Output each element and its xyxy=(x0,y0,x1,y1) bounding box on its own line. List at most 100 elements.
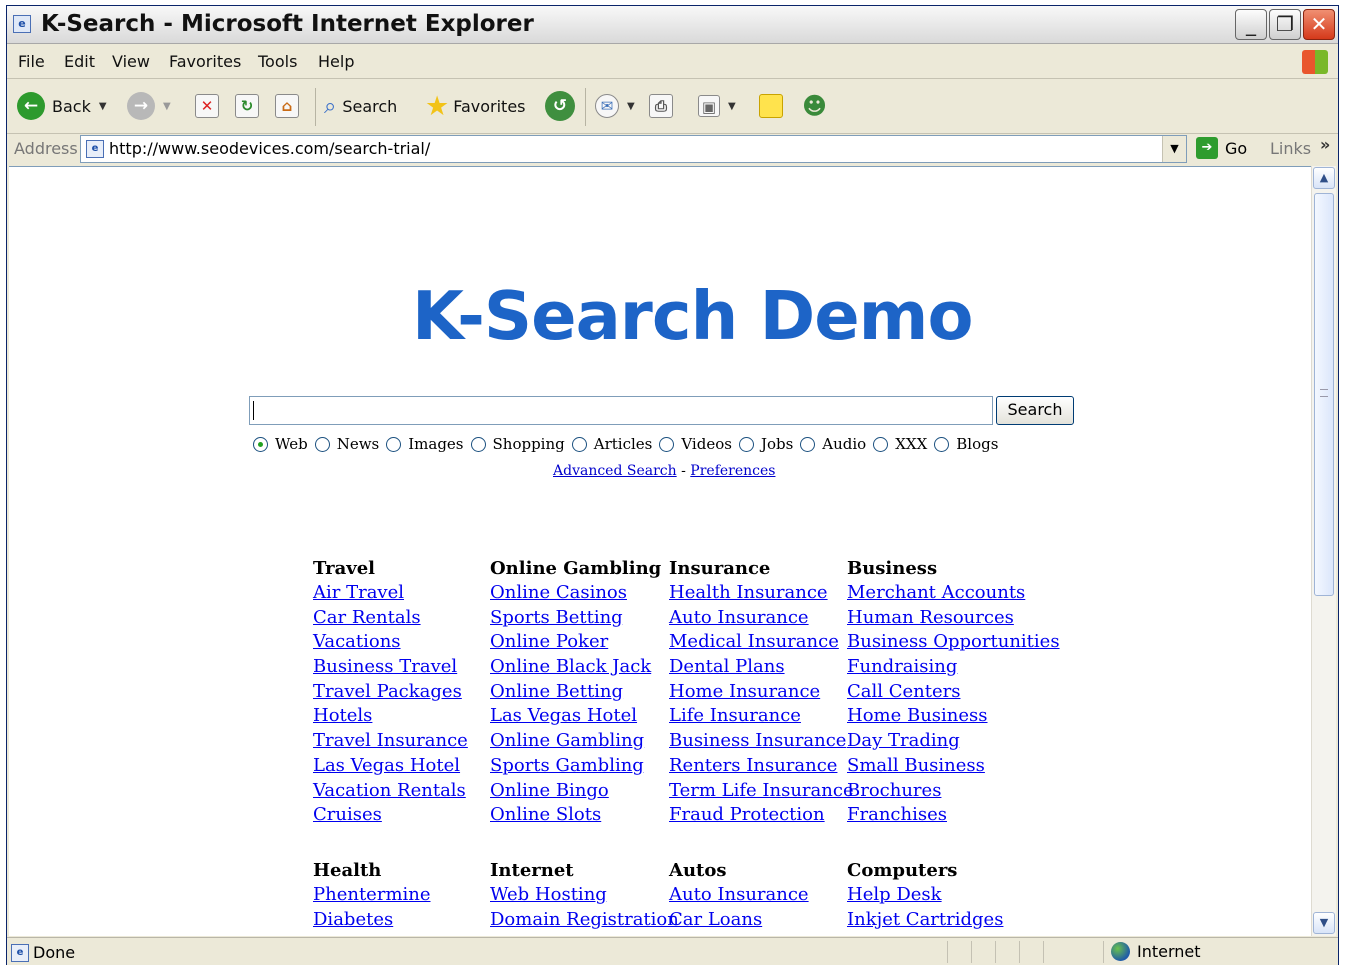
category-link[interactable]: Home Insurance xyxy=(669,680,854,705)
refresh-button[interactable]: ↻ xyxy=(235,88,259,124)
category-link[interactable]: Air Travel xyxy=(313,581,468,606)
address-input[interactable]: e http://www.seodevices.com/search-trial… xyxy=(80,135,1187,163)
edit-dropdown-icon[interactable]: ▼ xyxy=(728,101,736,112)
vertical-scrollbar[interactable]: ▲ ▼ xyxy=(1311,166,1336,936)
radio-audio[interactable] xyxy=(800,436,816,452)
category-link[interactable]: Human Resources xyxy=(847,606,1060,631)
forward-dropdown-icon[interactable]: ▼ xyxy=(163,101,171,112)
search-button[interactable]: Search xyxy=(996,396,1074,425)
mail-button[interactable]: ✉ ▼ xyxy=(595,88,635,124)
category-link[interactable]: Vacation Rentals xyxy=(313,779,468,804)
category-link[interactable]: Diabetes xyxy=(313,908,431,933)
menu-view[interactable]: View xyxy=(112,52,150,71)
category-link[interactable]: Auto Insurance xyxy=(669,883,809,908)
messenger-button[interactable]: ☻ xyxy=(802,88,827,124)
print-button[interactable]: ⎙ xyxy=(649,88,673,124)
category-link[interactable]: Business Opportunities xyxy=(847,630,1060,655)
radio-web[interactable] xyxy=(253,436,268,452)
scroll-thumb[interactable] xyxy=(1314,193,1334,596)
radio-jobs[interactable] xyxy=(738,436,754,452)
category-link[interactable]: Life Insurance xyxy=(669,704,854,729)
category-link[interactable]: Travel Packages xyxy=(313,680,468,705)
category-link[interactable]: Business Insurance xyxy=(669,729,854,754)
category-link[interactable]: Phentermine xyxy=(313,883,431,908)
category-link[interactable]: Fundraising xyxy=(847,655,1060,680)
category-link[interactable]: Online Black Jack xyxy=(490,655,661,680)
category-computers: Computers Help Desk Inkjet Cartridges xyxy=(847,858,1003,932)
category-link[interactable]: Travel Insurance xyxy=(313,729,468,754)
search-toolbar-button[interactable]: ⌕ Search xyxy=(324,88,397,124)
category-link[interactable]: Day Trading xyxy=(847,729,1060,754)
category-link[interactable]: Auto Insurance xyxy=(669,606,854,631)
advanced-search-link[interactable]: Advanced Search xyxy=(553,463,677,479)
category-link[interactable]: Medical Insurance xyxy=(669,630,854,655)
category-link[interactable]: Sports Gambling xyxy=(490,754,661,779)
search-input[interactable] xyxy=(249,396,993,425)
category-link[interactable]: Help Desk xyxy=(847,883,1003,908)
chevron-right-icon[interactable]: » xyxy=(1320,135,1330,154)
back-dropdown-icon[interactable]: ▼ xyxy=(99,101,107,112)
category-link[interactable]: Small Business xyxy=(847,754,1060,779)
scroll-up-icon[interactable]: ▲ xyxy=(1313,167,1335,189)
preferences-link[interactable]: Preferences xyxy=(690,463,775,479)
restore-button[interactable]: ❐ xyxy=(1269,9,1301,40)
radio-images[interactable] xyxy=(386,436,402,452)
category-link[interactable]: Sports Betting xyxy=(490,606,661,631)
menu-edit[interactable]: Edit xyxy=(64,52,95,71)
radio-shopping[interactable] xyxy=(470,436,486,452)
category-link[interactable]: Fraud Protection xyxy=(669,803,854,828)
edit-button[interactable]: ▣ ▼ xyxy=(698,88,736,124)
category-link[interactable]: Franchises xyxy=(847,803,1060,828)
stop-button[interactable]: ✕ xyxy=(195,88,219,124)
menu-favorites[interactable]: Favorites xyxy=(169,52,241,71)
forward-button[interactable]: → ▼ xyxy=(127,88,171,124)
category-link[interactable]: Online Bingo xyxy=(490,779,661,804)
home-button[interactable]: ⌂ xyxy=(275,88,299,124)
category-link[interactable]: Car Rentals xyxy=(313,606,468,631)
category-autos: Autos Auto Insurance Car Loans xyxy=(669,858,809,932)
category-link[interactable]: Web Hosting xyxy=(490,883,679,908)
discuss-button[interactable] xyxy=(759,88,783,124)
category-link[interactable]: Renters Insurance xyxy=(669,754,854,779)
scroll-down-icon[interactable]: ▼ xyxy=(1313,912,1335,934)
category-link[interactable]: Call Centers xyxy=(847,680,1060,705)
category-link[interactable]: Inkjet Cartridges xyxy=(847,908,1003,933)
category-link[interactable]: Online Betting xyxy=(490,680,661,705)
radio-xxx[interactable] xyxy=(873,436,889,452)
category-link[interactable]: Las Vegas Hotel xyxy=(313,754,468,779)
radio-articles[interactable] xyxy=(571,436,587,452)
category-link[interactable]: Merchant Accounts xyxy=(847,581,1060,606)
category-link[interactable]: Online Poker xyxy=(490,630,661,655)
category-link[interactable]: Brochures xyxy=(847,779,1060,804)
address-url[interactable]: http://www.seodevices.com/search-trial/ xyxy=(109,139,430,158)
category-link[interactable]: Cruises xyxy=(313,803,468,828)
category-link[interactable]: Car Loans xyxy=(669,908,809,933)
category-link[interactable]: Online Gambling xyxy=(490,729,661,754)
radio-videos[interactable] xyxy=(659,436,675,452)
category-link[interactable]: Health Insurance xyxy=(669,581,854,606)
radio-blogs[interactable] xyxy=(934,436,950,452)
category-link[interactable]: Dental Plans xyxy=(669,655,854,680)
address-dropdown-icon[interactable]: ▼ xyxy=(1162,136,1186,162)
category-link[interactable]: Hotels xyxy=(313,704,468,729)
close-button[interactable]: ✕ xyxy=(1303,9,1335,40)
links-button[interactable]: Links xyxy=(1270,139,1311,158)
category-link[interactable]: Las Vegas Hotel xyxy=(490,704,661,729)
favorites-button[interactable]: ★ Favorites xyxy=(425,88,526,124)
menu-file[interactable]: File xyxy=(18,52,45,71)
category-link[interactable]: Online Slots xyxy=(490,803,661,828)
category-link[interactable]: Term Life Insurance xyxy=(669,779,854,804)
menu-tools[interactable]: Tools xyxy=(258,52,297,71)
menu-help[interactable]: Help xyxy=(318,52,354,71)
category-link[interactable]: Home Business xyxy=(847,704,1060,729)
category-link[interactable]: Domain Registration xyxy=(490,908,679,933)
back-button[interactable]: ← Back ▼ xyxy=(17,88,107,124)
minimize-button[interactable]: _ xyxy=(1235,9,1267,40)
category-link[interactable]: Online Casinos xyxy=(490,581,661,606)
category-link[interactable]: Business Travel xyxy=(313,655,468,680)
go-button[interactable]: ➔ Go xyxy=(1196,137,1247,159)
radio-news[interactable] xyxy=(314,436,330,452)
mail-dropdown-icon[interactable]: ▼ xyxy=(627,101,635,112)
history-button[interactable]: ↺ xyxy=(545,88,575,124)
category-link[interactable]: Vacations xyxy=(313,630,468,655)
